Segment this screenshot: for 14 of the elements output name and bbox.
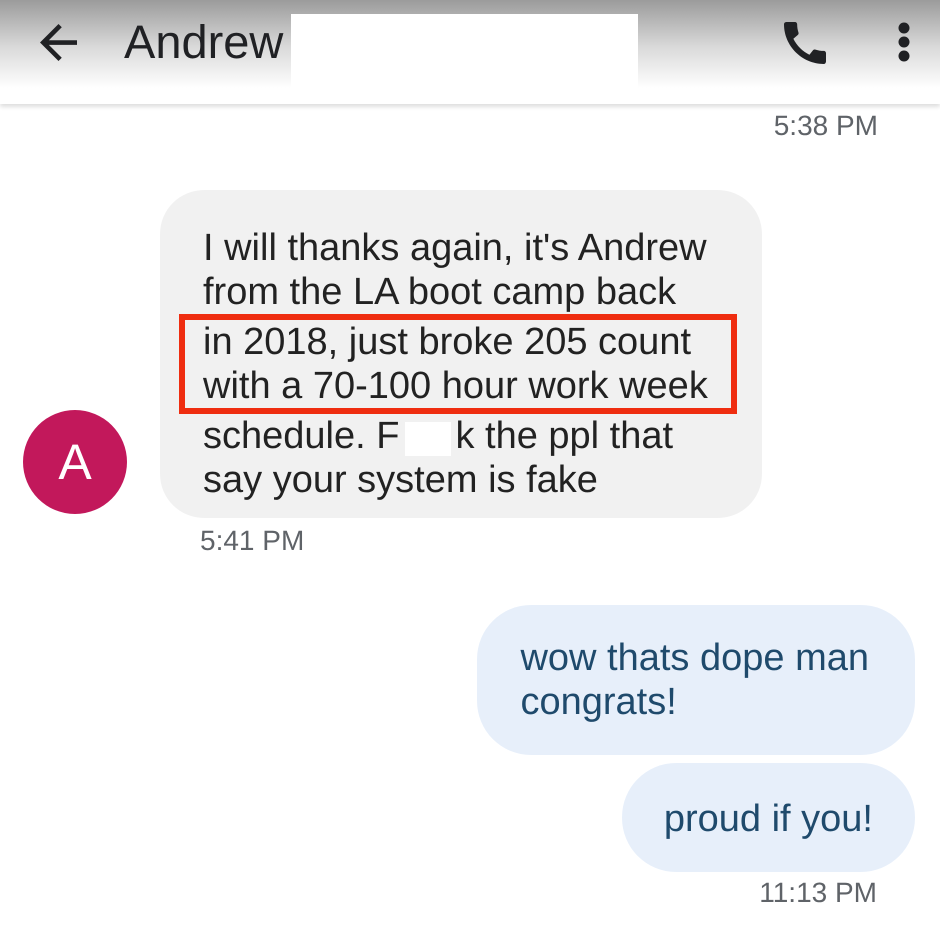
timestamp: 11:13 PM — [759, 877, 877, 909]
contact-name: Andrew — [124, 14, 284, 70]
avatar: A — [23, 410, 127, 514]
timestamp: 5:41 PM — [200, 525, 304, 557]
phone-icon — [784, 22, 826, 64]
message-text: wow thats dope man congrats! — [520, 636, 869, 724]
more-options-button[interactable] — [898, 22, 910, 62]
message-text: schedule. F k the ppl that say your system is fake — [203, 414, 674, 502]
more-options-icon — [898, 22, 910, 62]
timestamp: 5:38 PM — [774, 110, 878, 142]
message-text: proud if you! — [664, 797, 873, 841]
back-arrow-icon — [40, 24, 77, 61]
call-button[interactable] — [784, 22, 826, 64]
back-button[interactable] — [40, 24, 77, 61]
